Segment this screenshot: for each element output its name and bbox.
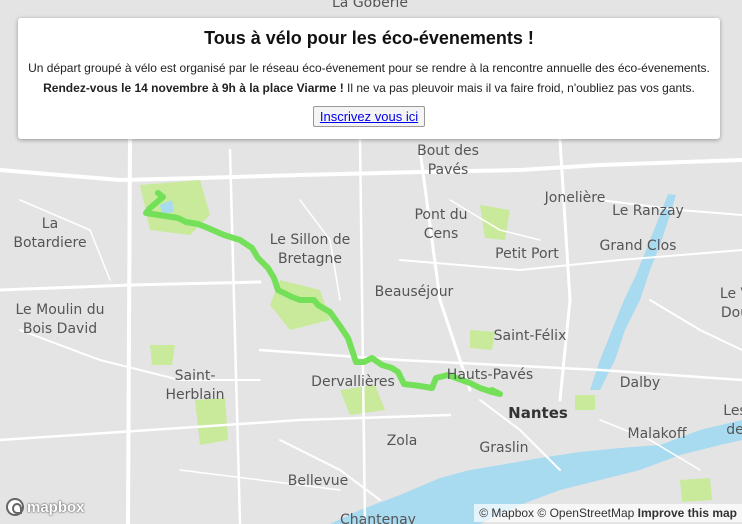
register-button[interactable]: Inscrivez vous ici <box>312 106 426 127</box>
label-le-v: Le V <box>720 286 742 302</box>
meeting-note: Il ne va pas pleuvoir mais il va faire f… <box>343 81 695 95</box>
label-moulin-2: Bois David <box>23 321 97 337</box>
label-de: de <box>726 422 742 438</box>
label-nantes: Nantes <box>508 404 568 422</box>
event-description: Un départ groupé à vélo est organisé par… <box>28 61 710 75</box>
label-chantenay: Chantenay <box>340 512 416 524</box>
meeting-highlight: Rendez-vous le 14 novembre à 9h à la pla… <box>43 81 344 95</box>
attribution-osm-link[interactable]: © OpenStreetMap <box>537 506 634 520</box>
map-attribution: © Mapbox © OpenStreetMap Improve this ma… <box>474 504 742 522</box>
label-petit-port: Petit Port <box>495 246 559 262</box>
label-bout-des-paves-2: Pavés <box>428 162 469 178</box>
label-sillon-2: Bretagne <box>278 251 342 267</box>
label-dalby: Dalby <box>620 375 660 391</box>
label-dervallieres: Dervallières <box>311 374 395 390</box>
label-beausejour: Beauséjour <box>375 284 454 300</box>
label-hauts-paves: Hauts-Pavés <box>447 367 533 383</box>
label-zola: Zola <box>387 433 418 449</box>
label-les: Les <box>723 403 742 419</box>
label-la-botardiere-2: Botardiere <box>13 235 86 251</box>
label-bellevue: Bellevue <box>288 473 348 489</box>
label-saint-herblain: Saint- <box>175 368 216 384</box>
label-bout-des-paves: Bout des <box>417 143 479 159</box>
label-joneliere: Jonelière <box>544 190 606 206</box>
label-sillon: Le Sillon de <box>270 232 351 248</box>
mapbox-icon <box>6 498 24 516</box>
mapbox-logo-text: mapbox <box>27 498 85 516</box>
label-le-v-2: Dou <box>721 305 742 321</box>
label-moulin: Le Moulin du <box>16 302 105 318</box>
label-ranzay: Le Ranzay <box>612 203 684 219</box>
label-pont-du-cens: Pont du <box>414 207 467 223</box>
event-meeting-info: Rendez-vous le 14 novembre à 9h à la pla… <box>18 79 720 97</box>
label-malakoff: Malakoff <box>628 426 687 442</box>
event-info-panel: Tous à vélo pour les éco-évenements ! Un… <box>18 18 720 139</box>
mapbox-logo[interactable]: mapbox <box>6 498 85 516</box>
label-la-botardiere: La <box>42 216 58 232</box>
label-saint-herblain-2: Herblain <box>165 387 224 403</box>
label-la-goberie: La Goberie <box>332 0 408 11</box>
label-saint-felix: Saint-Félix <box>494 328 567 344</box>
label-pont-du-cens-2: Cens <box>424 226 459 242</box>
attribution-mapbox-link[interactable]: © Mapbox <box>479 506 534 520</box>
event-title: Tous à vélo pour les éco-évenements ! <box>204 28 534 48</box>
improve-map-link[interactable]: Improve this map <box>638 506 737 520</box>
label-grand-clos: Grand Clos <box>600 238 677 254</box>
label-graslin: Graslin <box>479 440 528 456</box>
